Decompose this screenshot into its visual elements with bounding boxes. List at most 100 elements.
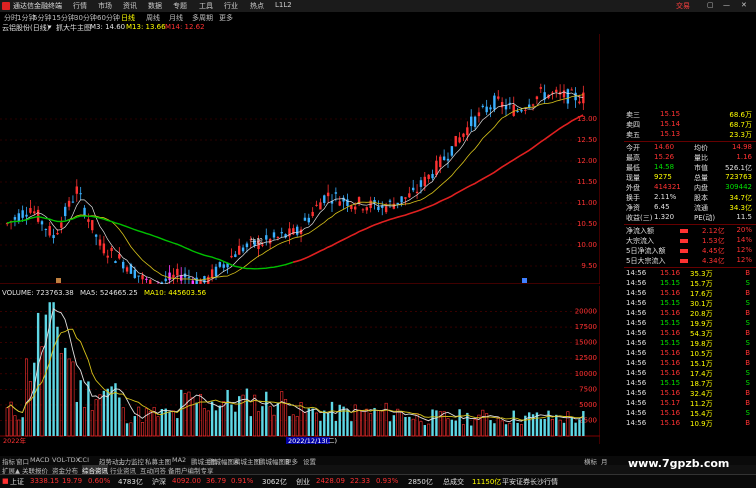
volume-bar	[562, 422, 566, 436]
ask-label: 卖四	[626, 121, 640, 129]
ask-volume: 68.7万	[729, 121, 752, 129]
sh-pct: 0.60%	[88, 477, 111, 485]
candle-body	[566, 89, 570, 104]
tick-price: 15.16	[660, 389, 681, 397]
volume-bar	[303, 412, 307, 437]
period-tab-6[interactable]: 日线	[121, 13, 135, 23]
volume-bar	[222, 401, 226, 437]
candle-body	[141, 275, 144, 280]
tick-row: 14:56 15.16 10.9万 B	[624, 419, 756, 429]
stat-value: 309442	[725, 183, 752, 191]
candle-body	[489, 107, 492, 110]
volume-bar	[168, 412, 171, 436]
formula-name[interactable]: 抓大牛主图	[56, 23, 91, 33]
volume-bar	[450, 419, 454, 436]
hs-value: 4092.00	[172, 477, 201, 485]
menu-news[interactable]: 资讯	[123, 1, 137, 11]
period-tab-4[interactable]: 30分钟	[74, 13, 97, 23]
period-tab-5[interactable]: 60分钟	[97, 13, 120, 23]
volume-bar	[210, 401, 214, 436]
stat-value: 14.60	[654, 143, 675, 151]
candle-body	[210, 269, 214, 279]
period-tab-7[interactable]: 周线	[146, 13, 160, 23]
flow-pct: 12%	[736, 256, 752, 264]
volume-bar	[75, 401, 78, 436]
tick-time: 14:56	[626, 329, 647, 337]
y-tick-label: 11.00	[577, 199, 597, 207]
trade-button[interactable]: 交易	[676, 1, 690, 11]
candle-body	[280, 232, 283, 234]
candle-body	[454, 136, 457, 147]
period-tab-9[interactable]: 多周期	[192, 13, 213, 23]
indicator-tab-2[interactable]: MACD	[30, 456, 49, 464]
volume-bar	[470, 425, 473, 436]
volume-bar	[446, 418, 450, 437]
period-tab-3[interactable]: 15分钟	[52, 13, 75, 23]
menu-quotes[interactable]: 行情	[73, 1, 87, 11]
menu-hotspot[interactable]: 热点	[250, 1, 264, 11]
y-tick-label: 10.50	[577, 220, 597, 228]
candle-body	[303, 217, 307, 221]
volume-bar	[361, 410, 365, 437]
tick-row: 14:56 15.16 54.3万 B	[624, 329, 756, 339]
candle-body	[412, 187, 415, 191]
volume-bar	[199, 393, 203, 437]
close-icon[interactable]: ✕	[741, 1, 747, 9]
volume-bar	[56, 326, 59, 436]
cy-amount: 2850亿	[408, 478, 433, 486]
volume-legend: VOLUME: 723763.38 MA5: 524665.25 MA10: 4…	[2, 289, 206, 297]
sh-label[interactable]: 上证	[10, 477, 24, 487]
tick-row: 14:56 15.16 15.1万 B	[624, 359, 756, 369]
period-tab-8[interactable]: 月线	[169, 13, 183, 23]
candle-body	[238, 245, 241, 255]
volume-bar	[144, 408, 148, 437]
menu-tools[interactable]: 工具	[199, 1, 213, 11]
tick-time: 14:56	[626, 389, 647, 397]
volume-bar	[191, 397, 195, 437]
ask-row: 卖四 15.14 68.7万	[624, 120, 756, 130]
tick-time: 14:56	[626, 399, 647, 407]
candle-body	[199, 280, 202, 284]
menu-industry[interactable]: 行业	[224, 1, 238, 11]
dropdown-icon[interactable]: ▾	[48, 23, 52, 31]
stat-label: 今开	[626, 144, 640, 152]
minimize-icon[interactable]: —	[723, 1, 730, 9]
period-tab-0[interactable]: 分时	[4, 13, 18, 23]
menu-l1l2[interactable]: L1L2	[275, 1, 292, 9]
stat-value: 2.11%	[654, 193, 677, 201]
flow-pct: 20%	[736, 226, 752, 234]
ask-volume: 68.6万	[729, 111, 752, 119]
menu-topics[interactable]: 专题	[173, 1, 187, 11]
tick-row: 14:56 15.16 20.8万 B	[624, 309, 756, 319]
maximize-icon[interactable]: ▢	[707, 1, 714, 9]
indicator-tab-8[interactable]: MA2	[172, 456, 186, 464]
tick-price: 15.16	[660, 329, 681, 337]
tick-row: 14:56 15.17 11.2万 B	[624, 399, 756, 409]
candle-body	[83, 207, 86, 216]
volume-chart[interactable]: 20000 17500 15000 12500 10000 7500 5000 2500 202…	[0, 286, 600, 444]
tick-volume: 10.9万	[690, 420, 713, 428]
indicator-tab-3[interactable]: VOL-TDX	[52, 456, 80, 464]
period-tab-10[interactable]: 更多	[219, 13, 233, 23]
hs-label[interactable]: 沪深	[152, 477, 166, 487]
candle-body	[365, 207, 368, 211]
period-tab-2[interactable]: 5分钟	[33, 13, 51, 23]
candle-body	[570, 89, 573, 91]
cy-value: 2428.09	[316, 477, 345, 485]
kline-chart[interactable]: 13.0012.5012.0011.5011.0010.5010.009.509…	[0, 34, 600, 284]
volume-bar	[431, 409, 434, 436]
volume-bar	[334, 420, 338, 436]
volume-bar	[543, 418, 546, 436]
cy-label[interactable]: 创业	[296, 477, 310, 487]
indicator-tab-4[interactable]: CCI	[78, 456, 89, 464]
menu-market[interactable]: 市场	[98, 1, 112, 11]
menu-data[interactable]: 数据	[148, 1, 162, 11]
period-bar: 分时 1分钟 5分钟 15分钟 30分钟 60分钟 日线 周线 月线 多周期 更多	[0, 12, 756, 23]
candle-body	[29, 208, 32, 213]
flow-bar	[680, 249, 688, 253]
volume-bar	[508, 422, 512, 437]
app-logo-icon	[2, 2, 10, 10]
tick-time: 14:56	[626, 359, 647, 367]
news-ticker[interactable]: 平安证券长沙行情	[502, 477, 558, 487]
volume-bar	[539, 419, 542, 436]
